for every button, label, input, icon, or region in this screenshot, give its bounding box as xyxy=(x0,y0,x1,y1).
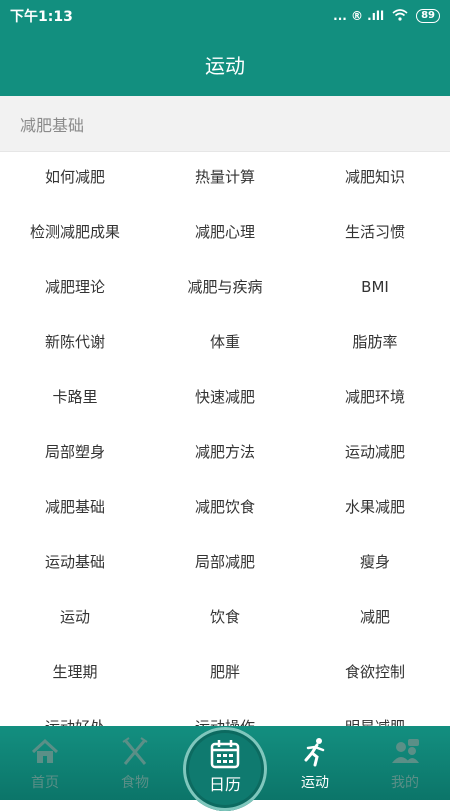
topic-item[interactable]: 饮食 xyxy=(150,606,300,627)
topic-item[interactable]: 运动基础 xyxy=(0,551,150,572)
section-header: 减肥基础 xyxy=(0,96,450,152)
topic-item[interactable]: 卡路里 xyxy=(0,386,150,407)
grid-row: 减肥理论 减肥与疾病 BMI xyxy=(0,259,450,314)
status-bar: 下午1:13 ... ® .ıll 89 xyxy=(0,0,450,32)
topic-item[interactable]: 减肥心理 xyxy=(150,221,300,242)
grid-row: 如何减肥 热量计算 减肥知识 xyxy=(0,152,450,204)
topic-item[interactable]: 水果减肥 xyxy=(300,496,450,517)
grid-row: 卡路里 快速减肥 减肥环境 xyxy=(0,369,450,424)
page-title: 运动 xyxy=(205,53,245,78)
topic-item[interactable]: 快速减肥 xyxy=(150,386,300,407)
topic-item[interactable]: 肥胖 xyxy=(150,661,300,682)
tab-home[interactable]: 首页 xyxy=(0,726,90,800)
running-icon xyxy=(304,738,325,767)
topic-item[interactable]: 热量计算 xyxy=(150,166,300,187)
tab-calendar-label: 日历 xyxy=(208,775,241,794)
status-time: 下午1:13 xyxy=(10,9,73,25)
topic-item[interactable]: 生活习惯 xyxy=(300,221,450,242)
topic-grid: 如何减肥 热量计算 减肥知识 检测减肥成果 减肥心理 生活习惯 减肥理论 减肥与… xyxy=(0,152,450,726)
topic-item[interactable]: 食欲控制 xyxy=(300,661,450,682)
topic-item[interactable]: 减肥 xyxy=(300,606,450,627)
grid-row: 运动好处 运动操作 明星减肥 xyxy=(0,699,450,726)
tab-sport-label: 运动 xyxy=(301,775,329,791)
grid-row: 运动 饮食 减肥 xyxy=(0,589,450,644)
topic-item[interactable]: 减肥方法 xyxy=(150,441,300,462)
home-icon xyxy=(31,738,59,763)
topic-item[interactable]: 检测减肥成果 xyxy=(0,221,150,242)
topic-item[interactable]: 减肥饮食 xyxy=(150,496,300,517)
user-group-icon xyxy=(392,739,419,763)
signal-icons: ... ® .ıll xyxy=(333,9,385,23)
wifi-icon xyxy=(392,8,408,24)
tab-me-label: 我的 xyxy=(391,775,419,791)
topic-item[interactable]: BMI xyxy=(300,278,450,296)
calendar-icon xyxy=(210,740,240,769)
grid-row: 减肥基础 减肥饮食 水果减肥 xyxy=(0,479,450,534)
topic-item[interactable]: 体重 xyxy=(150,331,300,352)
section-title: 减肥基础 xyxy=(20,115,85,135)
topic-item[interactable]: 运动好处 xyxy=(0,716,150,726)
battery-indicator: 89 xyxy=(416,9,440,23)
tab-food-label: 食物 xyxy=(121,775,149,791)
app-bar: 运动 xyxy=(0,32,450,96)
topic-item[interactable]: 减肥与疾病 xyxy=(150,276,300,297)
grid-row: 检测减肥成果 减肥心理 生活习惯 xyxy=(0,204,450,259)
topic-item[interactable]: 如何减肥 xyxy=(0,166,150,187)
tab-calendar[interactable]: 日历 xyxy=(183,727,267,811)
grid-row: 局部塑身 减肥方法 运动减肥 xyxy=(0,424,450,479)
topic-item[interactable]: 减肥知识 xyxy=(300,166,450,187)
topic-item[interactable]: 减肥环境 xyxy=(300,386,450,407)
topic-item[interactable]: 明星减肥 xyxy=(300,716,450,726)
fork-knife-icon xyxy=(122,737,148,765)
topic-item[interactable]: 运动操作 xyxy=(150,716,300,726)
topic-item[interactable]: 脂肪率 xyxy=(300,331,450,352)
topic-item[interactable]: 生理期 xyxy=(0,661,150,682)
topic-item[interactable]: 运动 xyxy=(0,606,150,627)
topic-item[interactable]: 运动减肥 xyxy=(300,441,450,462)
tab-me[interactable]: 我的 xyxy=(360,726,450,800)
tab-food[interactable]: 食物 xyxy=(90,726,180,800)
tab-home-label: 首页 xyxy=(31,775,59,791)
grid-row: 生理期 肥胖 食欲控制 xyxy=(0,644,450,699)
topic-item[interactable]: 瘦身 xyxy=(300,551,450,572)
topic-item[interactable]: 局部减肥 xyxy=(150,551,300,572)
status-icons: ... ® .ıll 89 xyxy=(333,8,440,24)
topic-item[interactable]: 减肥理论 xyxy=(0,276,150,297)
topic-item[interactable]: 减肥基础 xyxy=(0,496,150,517)
topic-item[interactable]: 新陈代谢 xyxy=(0,331,150,352)
topic-item[interactable]: 局部塑身 xyxy=(0,441,150,462)
grid-row: 新陈代谢 体重 脂肪率 xyxy=(0,314,450,369)
tab-sport[interactable]: 运动 xyxy=(270,726,360,800)
grid-row: 运动基础 局部减肥 瘦身 xyxy=(0,534,450,589)
